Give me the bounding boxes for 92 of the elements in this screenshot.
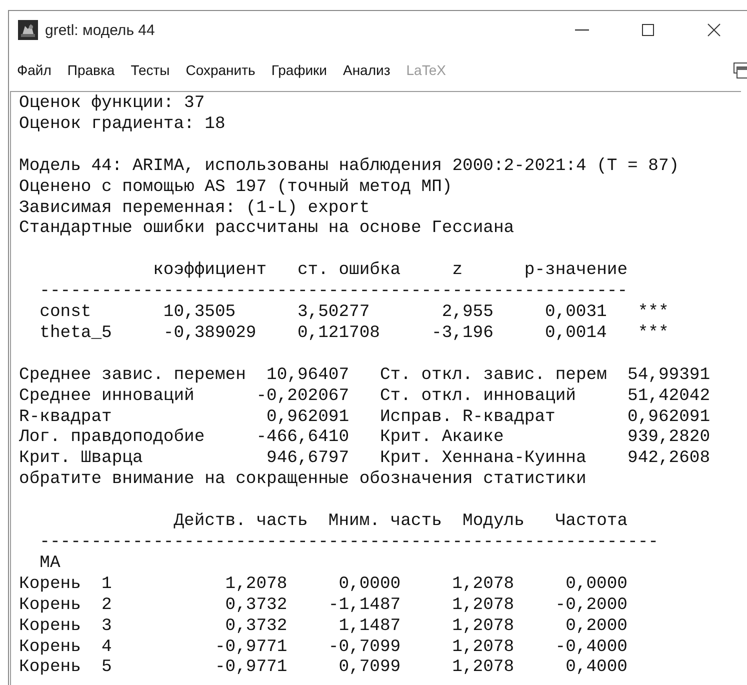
dashed-rule: --------------------------------------------------------- bbox=[38, 282, 629, 304]
significance-stars: *** bbox=[638, 324, 669, 345]
stat-value: 51,42042 bbox=[626, 386, 710, 408]
menu-item[interactable]: Файл bbox=[9, 62, 60, 78]
stat-label: Крит. Шварца bbox=[19, 449, 144, 470]
stat-label: Крит. Акаике bbox=[380, 428, 505, 450]
table-cell-text: 0,3732 bbox=[224, 596, 288, 617]
stat-label: Исправ. R-квадрат bbox=[380, 408, 556, 428]
menu-item[interactable]: Тесты bbox=[122, 62, 178, 78]
table-cell-text: -0,2000 bbox=[554, 596, 628, 617]
column-header: коэффициент bbox=[153, 261, 267, 282]
table-cell-text: 0,3732 bbox=[224, 616, 288, 638]
row-label: Корень bbox=[19, 658, 82, 680]
note-text: обратите внимание на сокращенные обозначения статистики bbox=[19, 470, 588, 492]
menu-item[interactable]: Графики bbox=[263, 62, 335, 78]
stat-label: Лог. правдоподобие bbox=[19, 428, 206, 450]
table-cell-text: 0,0014 bbox=[544, 324, 607, 345]
table-cell-text: -0,9771 bbox=[214, 658, 288, 680]
table-cell-text: -0,9771 bbox=[214, 638, 288, 658]
row-label: theta_5 bbox=[40, 324, 113, 345]
app-icon bbox=[18, 20, 38, 40]
row-index: 5 bbox=[102, 658, 112, 680]
table-cell-text: 1,2078 bbox=[451, 596, 514, 617]
table-cell-text: -0,4000 bbox=[554, 638, 628, 658]
table-cell-text: 0,0000 bbox=[564, 574, 628, 596]
table-cell-text: 0,2000 bbox=[564, 616, 628, 638]
table-cell-text: 0,4000 bbox=[564, 658, 628, 680]
group-label: MA bbox=[38, 554, 62, 575]
column-header: Мним. часть bbox=[328, 512, 442, 533]
column-header: Частота bbox=[555, 512, 628, 533]
output-line: Оценок градиента: 18 bbox=[19, 114, 226, 136]
stat-label: Крит. Хеннана-Куинна bbox=[380, 449, 588, 470]
table-cell-text: -3,196 bbox=[430, 324, 494, 345]
menu-item[interactable]: Анализ bbox=[334, 62, 398, 78]
column-header: p-значение bbox=[524, 261, 628, 282]
output-line: Модель 44: ARIMA, использованы наблюдения 2000:2-2021:4 (T = 87) bbox=[19, 156, 680, 178]
table-cell-text: 1,2078 bbox=[451, 616, 514, 638]
significance-stars: *** bbox=[638, 303, 669, 324]
stat-value: -0,202067 bbox=[255, 386, 350, 408]
table-cell-text: 0,7099 bbox=[338, 658, 401, 680]
menu-item[interactable]: Сохранить bbox=[178, 62, 264, 78]
row-label: Корень bbox=[19, 638, 82, 658]
windows-icon[interactable] bbox=[733, 62, 747, 80]
menu-item[interactable]: Правка bbox=[59, 62, 123, 78]
table-cell-text: 1,1487 bbox=[338, 616, 401, 638]
output-line: Стандартные ошибки рассчитаны на основе Гессиана bbox=[19, 219, 516, 240]
output-line: Зависимая переменная: (1-L) export bbox=[19, 198, 371, 220]
table-cell-text: 1,2078 bbox=[451, 658, 514, 680]
output-line: Оценок функции: 37 bbox=[19, 94, 206, 115]
table-cell-text: 0,0031 bbox=[544, 303, 607, 324]
dashed-rule: ------------------------------------------------------------ bbox=[38, 532, 660, 554]
table-cell-text: -0,7099 bbox=[327, 638, 401, 658]
close-icon bbox=[707, 23, 721, 37]
table-cell-text: 10,3505 bbox=[163, 303, 237, 324]
table-cell-text: 2,955 bbox=[440, 303, 494, 324]
row-index: 2 bbox=[102, 596, 112, 617]
column-header: z bbox=[452, 261, 463, 282]
column-header: ст. ошибка bbox=[297, 261, 401, 282]
stat-value: 0,962091 bbox=[626, 408, 710, 428]
stat-label: Ст. откл. инноваций bbox=[380, 386, 577, 408]
stat-value: 0,962091 bbox=[266, 408, 350, 428]
minimize-icon bbox=[575, 29, 589, 31]
output-line: Оценено с помощью AS 197 (точный метод МП) bbox=[19, 178, 454, 199]
row-label: const bbox=[40, 303, 92, 324]
stat-value: 939,2820 bbox=[626, 428, 710, 450]
stat-value: 942,2608 bbox=[626, 449, 710, 470]
row-label: Корень bbox=[19, 574, 82, 596]
stat-value: 946,6797 bbox=[266, 449, 350, 470]
maximize-icon bbox=[641, 23, 655, 37]
stat-label: R-квадрат bbox=[19, 408, 113, 428]
row-label: Корень bbox=[19, 616, 82, 638]
stat-value: -466,6410 bbox=[255, 428, 350, 450]
row-index: 4 bbox=[102, 638, 112, 658]
stat-value: 10,96407 bbox=[266, 366, 350, 387]
table-cell-text: 3,50277 bbox=[297, 303, 371, 324]
stat-value: 54,99391 bbox=[626, 366, 710, 387]
table-cell-text: 1,2078 bbox=[451, 574, 514, 596]
column-header: Модуль bbox=[462, 512, 524, 533]
table-cell-text: -0,389029 bbox=[163, 324, 258, 345]
row-label: Корень bbox=[19, 596, 82, 617]
stat-label: Среднее завис. перемен bbox=[19, 366, 246, 387]
stat-label: Ст. откл. завис. перем bbox=[380, 366, 607, 387]
row-index: 3 bbox=[102, 616, 112, 638]
table-cell-text: 1,2078 bbox=[451, 638, 514, 658]
row-index: 1 bbox=[102, 574, 112, 596]
stat-label: Среднее инноваций bbox=[19, 386, 196, 408]
table-cell-text: 0,121708 bbox=[297, 324, 381, 345]
table-cell-text: 1,2078 bbox=[224, 574, 288, 596]
table-cell-text: -1,1487 bbox=[327, 596, 401, 617]
column-header: Действ. часть bbox=[174, 512, 308, 533]
window-title: gretl: модель 44 bbox=[45, 22, 155, 38]
table-cell-text: 0,0000 bbox=[338, 574, 401, 596]
